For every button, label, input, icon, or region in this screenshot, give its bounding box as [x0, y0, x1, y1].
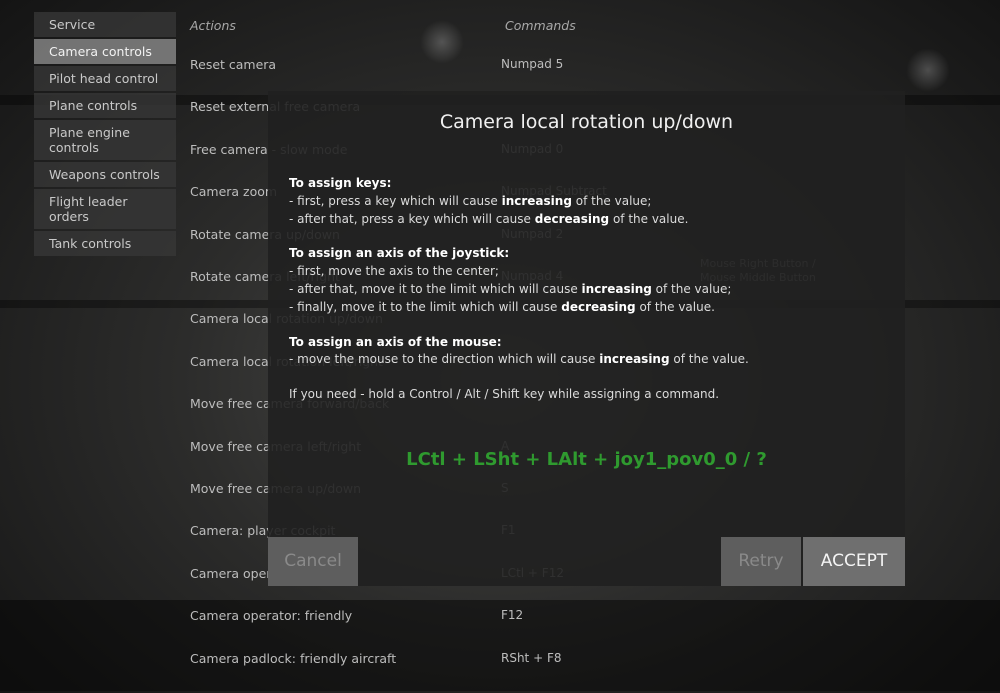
- joystick-line-2: - after that, move it to the limit which…: [289, 281, 732, 296]
- dialog-instructions: To assign keys: - first, press a key whi…: [289, 175, 889, 404]
- action-label: Reset camera: [190, 57, 277, 72]
- keys-heading: To assign keys:: [289, 176, 392, 190]
- action-label: Camera padlock: friendly aircraft: [190, 650, 397, 666]
- table-row[interactable]: Camera operator: friendly F12: [190, 608, 990, 650]
- mouse-heading: To assign an axis of the mouse:: [289, 334, 502, 349]
- action-label: Camera operator: friendly: [190, 608, 353, 624]
- cancel-button[interactable]: Cancel: [268, 537, 358, 586]
- menu-item-weapons-controls[interactable]: Weapons controls: [34, 162, 176, 187]
- modifier-note: If you need - hold a Control / Alt / Shi…: [289, 387, 720, 402]
- command-binding[interactable]: Numpad 5: [501, 57, 563, 71]
- accept-button[interactable]: ACCEPT: [803, 537, 905, 586]
- category-menu: Service Camera controls Pilot head contr…: [34, 12, 176, 258]
- joystick-heading: To assign an axis of the joystick:: [289, 246, 510, 261]
- menu-item-pilot-head-control[interactable]: Pilot head control: [34, 66, 176, 91]
- table-row[interactable]: Camera padlock: friendly aircraft RSht + …: [190, 651, 990, 693]
- menu-item-tank-controls[interactable]: Tank controls: [34, 231, 176, 256]
- action-label: Camera zoom: [190, 184, 278, 200]
- command-binding[interactable]: RSht + F8: [501, 651, 562, 665]
- menu-item-plane-engine-controls[interactable]: Plane engine controls: [34, 120, 176, 160]
- menu-item-camera-controls[interactable]: Camera controls: [34, 39, 176, 64]
- menu-item-service[interactable]: Service: [34, 12, 176, 37]
- dialog-title: Camera local rotation up/down: [439, 111, 734, 133]
- mouse-line-1: - move the mouse to the direction which …: [289, 352, 749, 367]
- retry-button[interactable]: Retry: [721, 537, 801, 586]
- keys-line-2: - after that, press a key which will cau…: [289, 211, 689, 226]
- menu-item-plane-controls[interactable]: Plane controls: [34, 93, 176, 118]
- keys-line-1: - first, press a key which will cause in…: [289, 193, 652, 208]
- joystick-line-1: - first, move the axis to the center;: [289, 264, 499, 279]
- actions-header: Actions: [190, 18, 236, 33]
- key-combination: LCtl + LSht + LAlt + joy1_pov0_0 / ?: [406, 449, 767, 470]
- commands-header: Commands: [505, 18, 576, 33]
- command-binding[interactable]: F12: [501, 608, 523, 622]
- menu-item-flight-leader-orders[interactable]: Flight leader orders: [34, 189, 176, 229]
- joystick-line-3: - finally, move it to the limit which wi…: [289, 299, 715, 314]
